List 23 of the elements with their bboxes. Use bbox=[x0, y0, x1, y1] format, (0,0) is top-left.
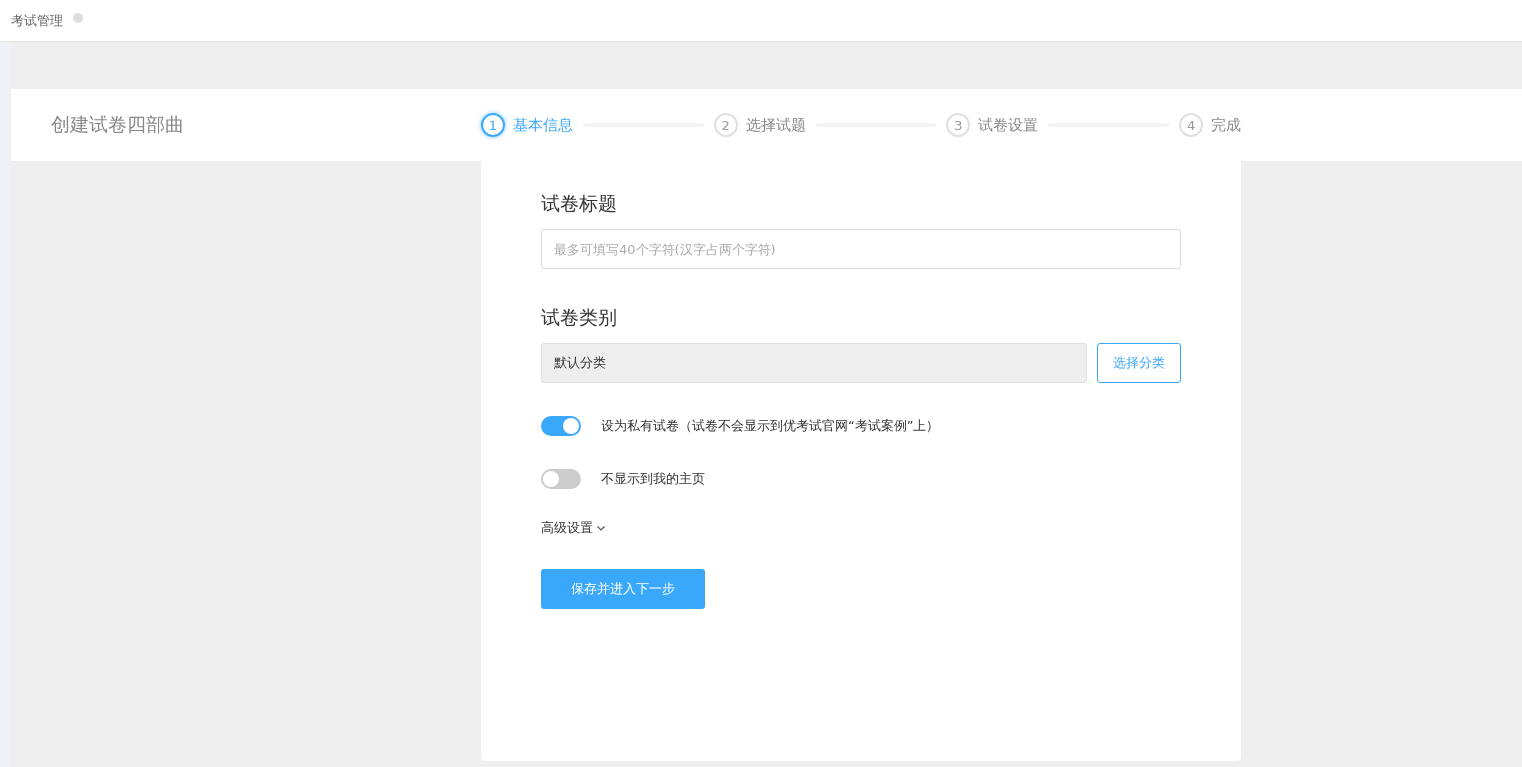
toggle-label: 设为私有试卷（试卷不会显示到优考试官网“考试案例”上） bbox=[601, 417, 940, 435]
category-field: 默认分类 bbox=[541, 343, 1087, 383]
step-label: 完成 bbox=[1211, 115, 1241, 135]
step-number: 4 bbox=[1179, 113, 1203, 137]
select-category-button[interactable]: 选择分类 bbox=[1097, 343, 1181, 383]
step-label: 基本信息 bbox=[513, 115, 573, 135]
step-label: 试卷设置 bbox=[978, 115, 1039, 135]
step-number: 2 bbox=[713, 113, 738, 137]
toggle-switch[interactable] bbox=[541, 469, 581, 489]
step-number: 3 bbox=[946, 113, 971, 137]
advanced-settings-link[interactable]: 高级设置 bbox=[541, 519, 593, 537]
step-number: 1 bbox=[481, 113, 505, 137]
toggle-label: 不显示到我的主页 bbox=[601, 470, 705, 488]
save-next-button[interactable]: 保存并进入下一步 bbox=[541, 569, 705, 609]
field-label: 试卷类别 bbox=[541, 305, 618, 330]
field-label: 试卷标题 bbox=[541, 191, 618, 216]
status-dot-icon bbox=[73, 12, 83, 23]
page-title: 考试管理 bbox=[11, 11, 63, 30]
title-input-field[interactable]: 最多可填写40个字符(汉字占两个字符) bbox=[541, 229, 1181, 269]
chevron-down-icon bbox=[597, 525, 605, 531]
header-title: 创建试卷四部曲 bbox=[50, 112, 185, 137]
step-label: 选择试题 bbox=[745, 115, 806, 135]
toggle-switch[interactable] bbox=[541, 416, 581, 436]
